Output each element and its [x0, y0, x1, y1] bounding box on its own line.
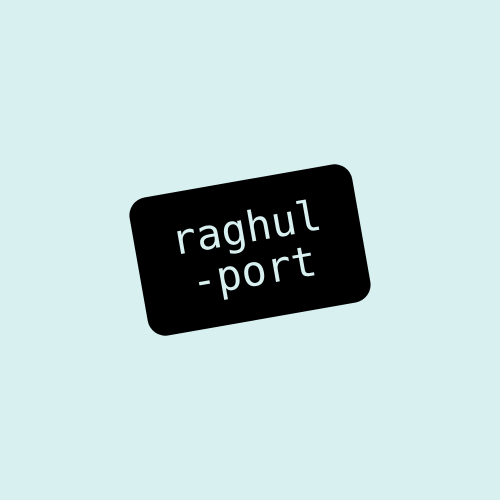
logo-badge: raghul -port [126, 161, 374, 339]
